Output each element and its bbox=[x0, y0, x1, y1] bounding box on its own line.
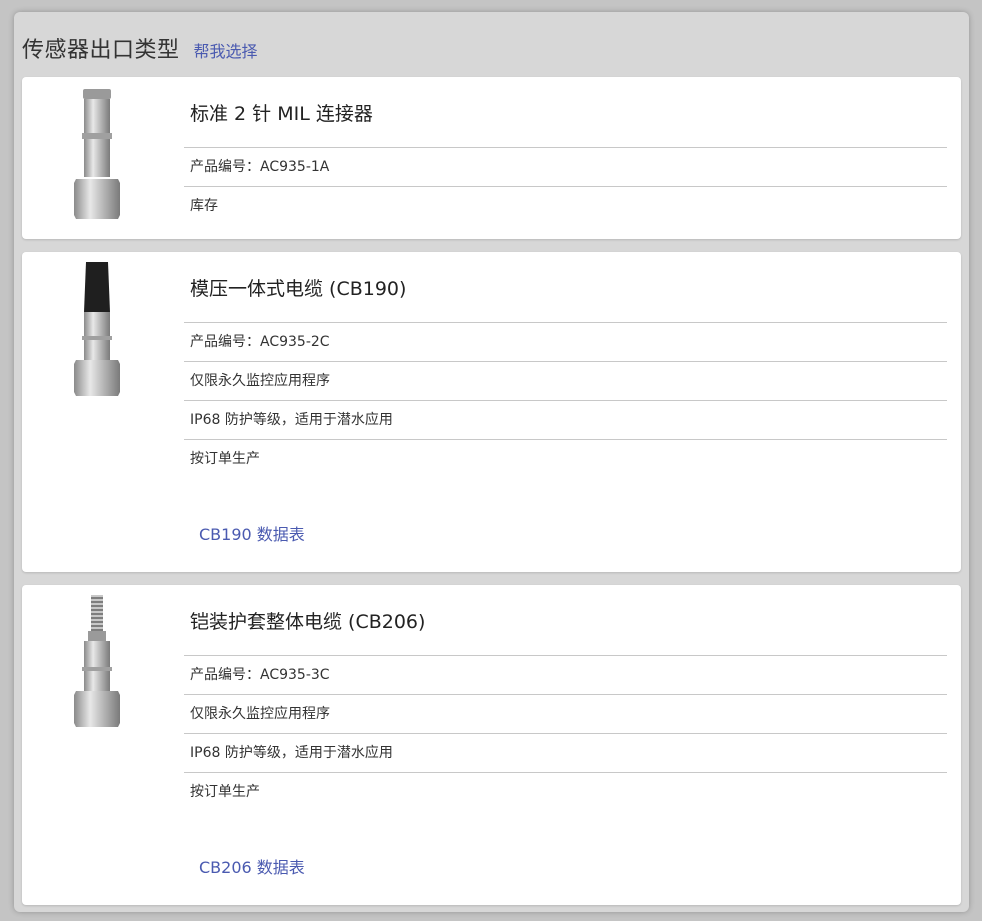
card-title: 铠装护套整体电缆 (CB206) bbox=[190, 611, 426, 633]
card-detail-row: 仅限永久监控应用程序 bbox=[184, 694, 947, 733]
sensor-armored-cable-image bbox=[74, 595, 120, 727]
card-detail-row: 库存 bbox=[184, 186, 947, 225]
connector-type-panel: 传感器出口类型 帮我选择 标准 2 针 MIL 连接器 产品编号：AC935-1… bbox=[14, 12, 969, 912]
cb190-datasheet-link[interactable]: CB190 数据表 bbox=[199, 521, 305, 545]
card-detail-row: 产品编号：AC935-1A bbox=[184, 147, 947, 186]
card-body: 模压一体式电缆 (CB190) 产品编号：AC935-2C 仅限永久监控应用程序… bbox=[184, 252, 947, 478]
card-detail-row: IP68 防护等级，适用于潜水应用 bbox=[184, 733, 947, 772]
card-detail-row: 仅限永久监控应用程序 bbox=[184, 361, 947, 400]
card-detail-row: 按订单生产 bbox=[184, 772, 947, 811]
card-detail-row: IP68 防护等级，适用于潜水应用 bbox=[184, 400, 947, 439]
card-title: 模压一体式电缆 (CB190) bbox=[190, 278, 407, 300]
panel-header: 传感器出口类型 帮我选择 bbox=[22, 32, 258, 64]
card-body: 标准 2 针 MIL 连接器 产品编号：AC935-1A 库存 bbox=[184, 77, 947, 225]
card-body: 铠装护套整体电缆 (CB206) 产品编号：AC935-3C 仅限永久监控应用程… bbox=[184, 585, 947, 811]
option-card-armored-cable[interactable]: 铠装护套整体电缆 (CB206) 产品编号：AC935-3C 仅限永久监控应用程… bbox=[22, 585, 961, 905]
panel-title: 传感器出口类型 bbox=[22, 38, 180, 63]
card-title: 标准 2 针 MIL 连接器 bbox=[190, 103, 373, 125]
option-card-molded-cable[interactable]: 模压一体式电缆 (CB190) 产品编号：AC935-2C 仅限永久监控应用程序… bbox=[22, 252, 961, 572]
help-me-choose-link[interactable]: 帮我选择 bbox=[194, 38, 258, 62]
cb206-datasheet-link[interactable]: CB206 数据表 bbox=[199, 854, 305, 878]
card-detail-row: 产品编号：AC935-2C bbox=[184, 322, 947, 361]
sensor-mil-connector-image bbox=[74, 89, 120, 219]
option-card-mil-connector[interactable]: 标准 2 针 MIL 连接器 产品编号：AC935-1A 库存 bbox=[22, 77, 961, 239]
sensor-molded-cable-image bbox=[74, 262, 120, 396]
card-detail-row: 产品编号：AC935-3C bbox=[184, 655, 947, 694]
card-detail-row: 按订单生产 bbox=[184, 439, 947, 478]
